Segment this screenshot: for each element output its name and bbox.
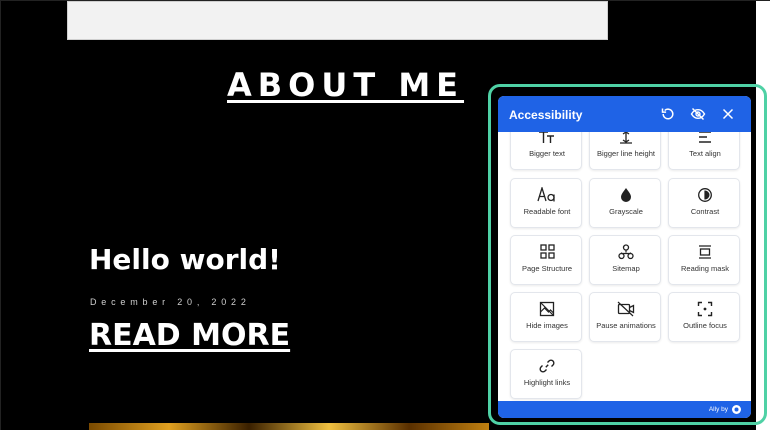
text-size-icon <box>539 132 554 143</box>
option-label: Page Structure <box>521 264 573 273</box>
line-height-icon <box>620 132 632 144</box>
accessibility-panel: Accessibility Bigger text Bigger line he… <box>498 96 751 418</box>
option-label: Contrast <box>690 207 720 216</box>
panel-header: Accessibility <box>498 96 751 132</box>
outline-focus-icon <box>697 301 713 316</box>
hide-eye-icon <box>690 107 706 121</box>
read-more-link[interactable]: READ MORE <box>89 318 290 353</box>
hide-panel-button[interactable] <box>689 105 707 123</box>
bigger-text-option[interactable]: Bigger text <box>510 132 582 170</box>
option-label: Pause animations <box>596 321 656 330</box>
post-date: December 20, 2022 <box>90 297 251 307</box>
sitemap-option[interactable]: Sitemap <box>589 235 661 285</box>
option-label: Readable font <box>523 207 571 216</box>
accessibility-options: Bigger text Bigger line height Text alig… <box>498 132 751 402</box>
post-image <box>89 423 489 430</box>
option-label: Bigger line height <box>597 149 655 158</box>
pause-animations-option[interactable]: Pause animations <box>589 292 661 342</box>
readable-font-icon <box>537 187 555 202</box>
grayscale-icon <box>621 187 631 202</box>
reset-icon <box>661 108 674 120</box>
contrast-icon <box>698 187 712 202</box>
hide-images-icon <box>539 301 555 316</box>
close-icon <box>722 108 734 120</box>
page-heading: ABOUT ME <box>227 66 465 104</box>
grayscale-option[interactable]: Grayscale <box>589 178 661 228</box>
ally-logo-icon <box>732 405 741 414</box>
option-label: Bigger text <box>529 149 565 158</box>
page-structure-option[interactable]: Page Structure <box>510 235 582 285</box>
highlight-links-option[interactable]: Highlight links <box>510 349 582 399</box>
pause-animations-icon <box>617 301 635 316</box>
contrast-option[interactable]: Contrast <box>668 178 740 228</box>
outline-focus-option[interactable]: Outline focus <box>668 292 740 342</box>
ally-credit[interactable]: Ally by <box>709 405 741 414</box>
option-label: Highlight links <box>523 378 571 387</box>
reading-mask-option[interactable]: Reading mask <box>668 235 740 285</box>
sitemap-icon <box>618 243 634 259</box>
top-bar <box>67 1 608 40</box>
option-label: Outline focus <box>683 321 727 330</box>
option-label: Grayscale <box>609 207 643 216</box>
hide-images-option[interactable]: Hide images <box>510 292 582 342</box>
page-structure-icon <box>539 244 555 259</box>
text-align-icon <box>699 132 711 143</box>
close-button[interactable] <box>719 105 737 123</box>
option-label: Reading mask <box>681 264 729 273</box>
link-icon <box>539 358 555 373</box>
option-label: Text align <box>689 149 721 158</box>
bigger-line-height-option[interactable]: Bigger line height <box>589 132 661 170</box>
text-align-option[interactable]: Text align <box>668 132 740 170</box>
reading-mask-icon <box>699 244 711 259</box>
post-title[interactable]: Hello world! <box>89 243 281 276</box>
readable-font-option[interactable]: Readable font <box>510 178 582 228</box>
reset-button[interactable] <box>659 105 677 123</box>
panel-title: Accessibility <box>509 108 583 122</box>
option-label: Sitemap <box>612 264 640 273</box>
ally-label: Ally by <box>708 406 728 413</box>
panel-footer: Ally by <box>498 401 751 418</box>
option-label: Hide images <box>526 321 568 330</box>
